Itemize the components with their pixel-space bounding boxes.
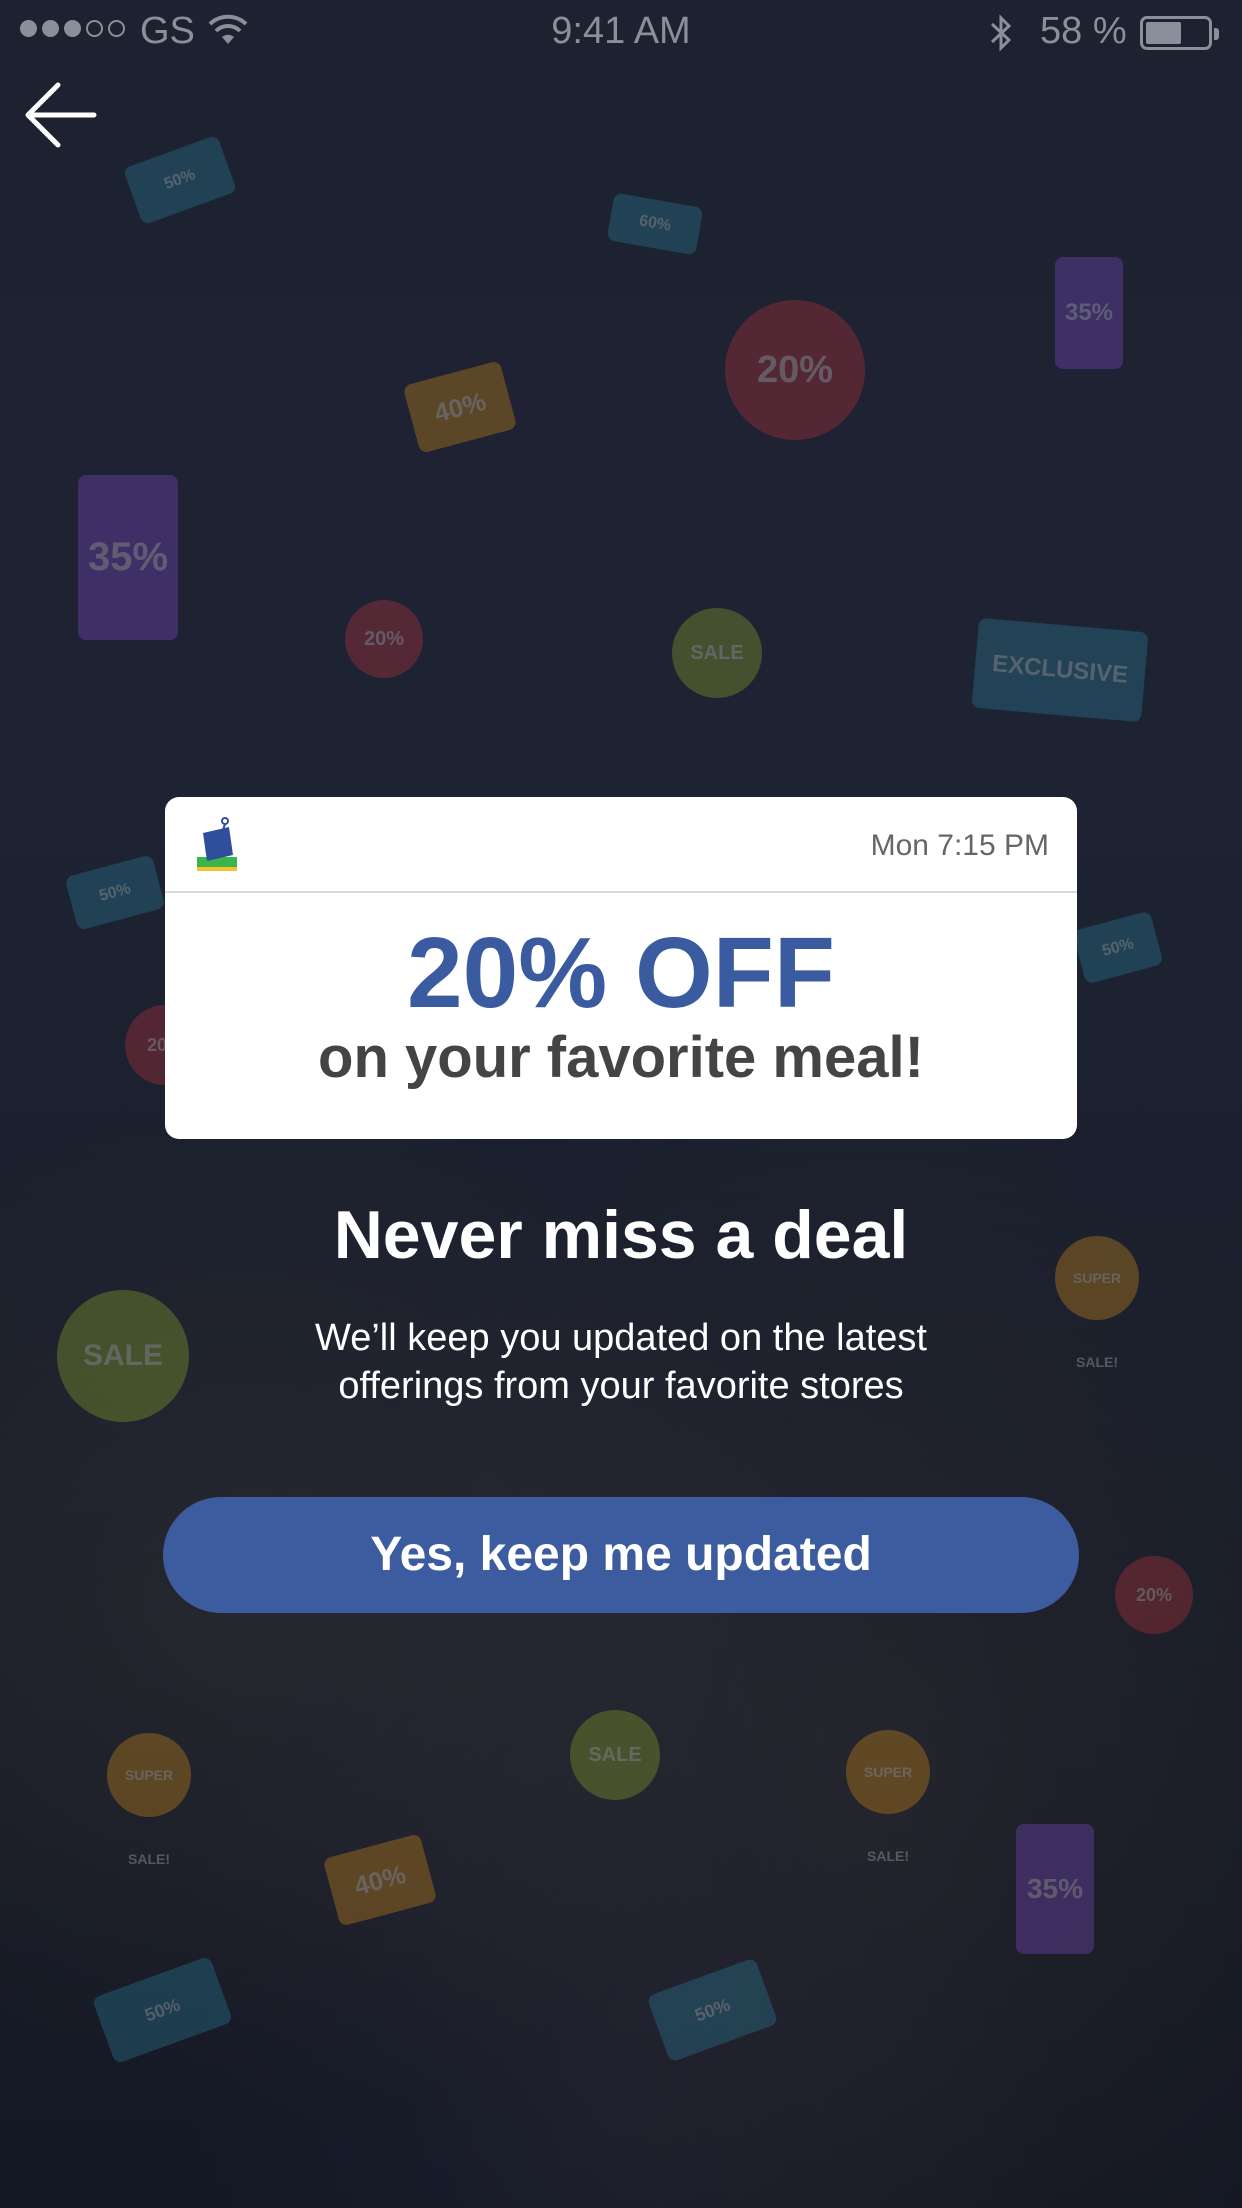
tag-decoration: 50% (646, 1957, 779, 2063)
tag-decoration: SUPER SALE! (107, 1733, 191, 1867)
tag-decoration: 20% (725, 300, 865, 440)
battery-icon (1140, 16, 1219, 50)
page-description: We’ll keep you updated on the latest off… (0, 1314, 1242, 1410)
tag-decoration: 20% (345, 600, 423, 678)
notification-subline: on your favorite meal! (318, 1025, 924, 1090)
notification-header: Mon 7:15 PM (165, 797, 1077, 893)
notification-headline: 20% OFF (407, 917, 835, 1029)
tag-decoration: 35% (78, 475, 178, 640)
page-title: Never miss a deal (333, 1197, 909, 1273)
tag-decoration: SALE (570, 1710, 660, 1800)
tag-decoration: 35% (1055, 257, 1123, 369)
tag-decoration: 35% (1016, 1824, 1094, 1954)
tag-decoration: SUPER SALE! (846, 1730, 930, 1864)
bluetooth-icon (990, 14, 1012, 52)
notification-timestamp: Mon 7:15 PM (870, 829, 1049, 862)
tag-decoration: 60% (606, 192, 704, 256)
back-arrow-icon[interactable] (24, 80, 100, 150)
enable-notifications-button[interactable]: Yes, keep me updated (163, 1497, 1079, 1613)
tag-decoration: 50% (122, 134, 238, 226)
deals-app-icon (197, 817, 237, 871)
tag-decoration: 40% (402, 360, 518, 454)
tag-decoration: SALE (672, 608, 762, 698)
tag-decoration: 20% (1115, 1556, 1193, 1634)
description-line: We’ll keep you updated on the latest (315, 1317, 927, 1359)
tag-decoration: 40% (322, 1833, 438, 1927)
tag-decoration: EXCLUSIVE (971, 617, 1149, 723)
notification-preview-card: Mon 7:15 PM 20% OFF on your favorite mea… (165, 797, 1077, 1139)
battery-percent: 58 % (1040, 10, 1127, 52)
status-bar: GS 9:41 AM 58 % (0, 0, 1242, 66)
tag-decoration: 50% (91, 1955, 234, 2065)
tag-decoration: 50% (1072, 910, 1164, 985)
tag-decoration: 50% (64, 854, 166, 931)
description-line: offerings from your favorite stores (338, 1365, 904, 1407)
